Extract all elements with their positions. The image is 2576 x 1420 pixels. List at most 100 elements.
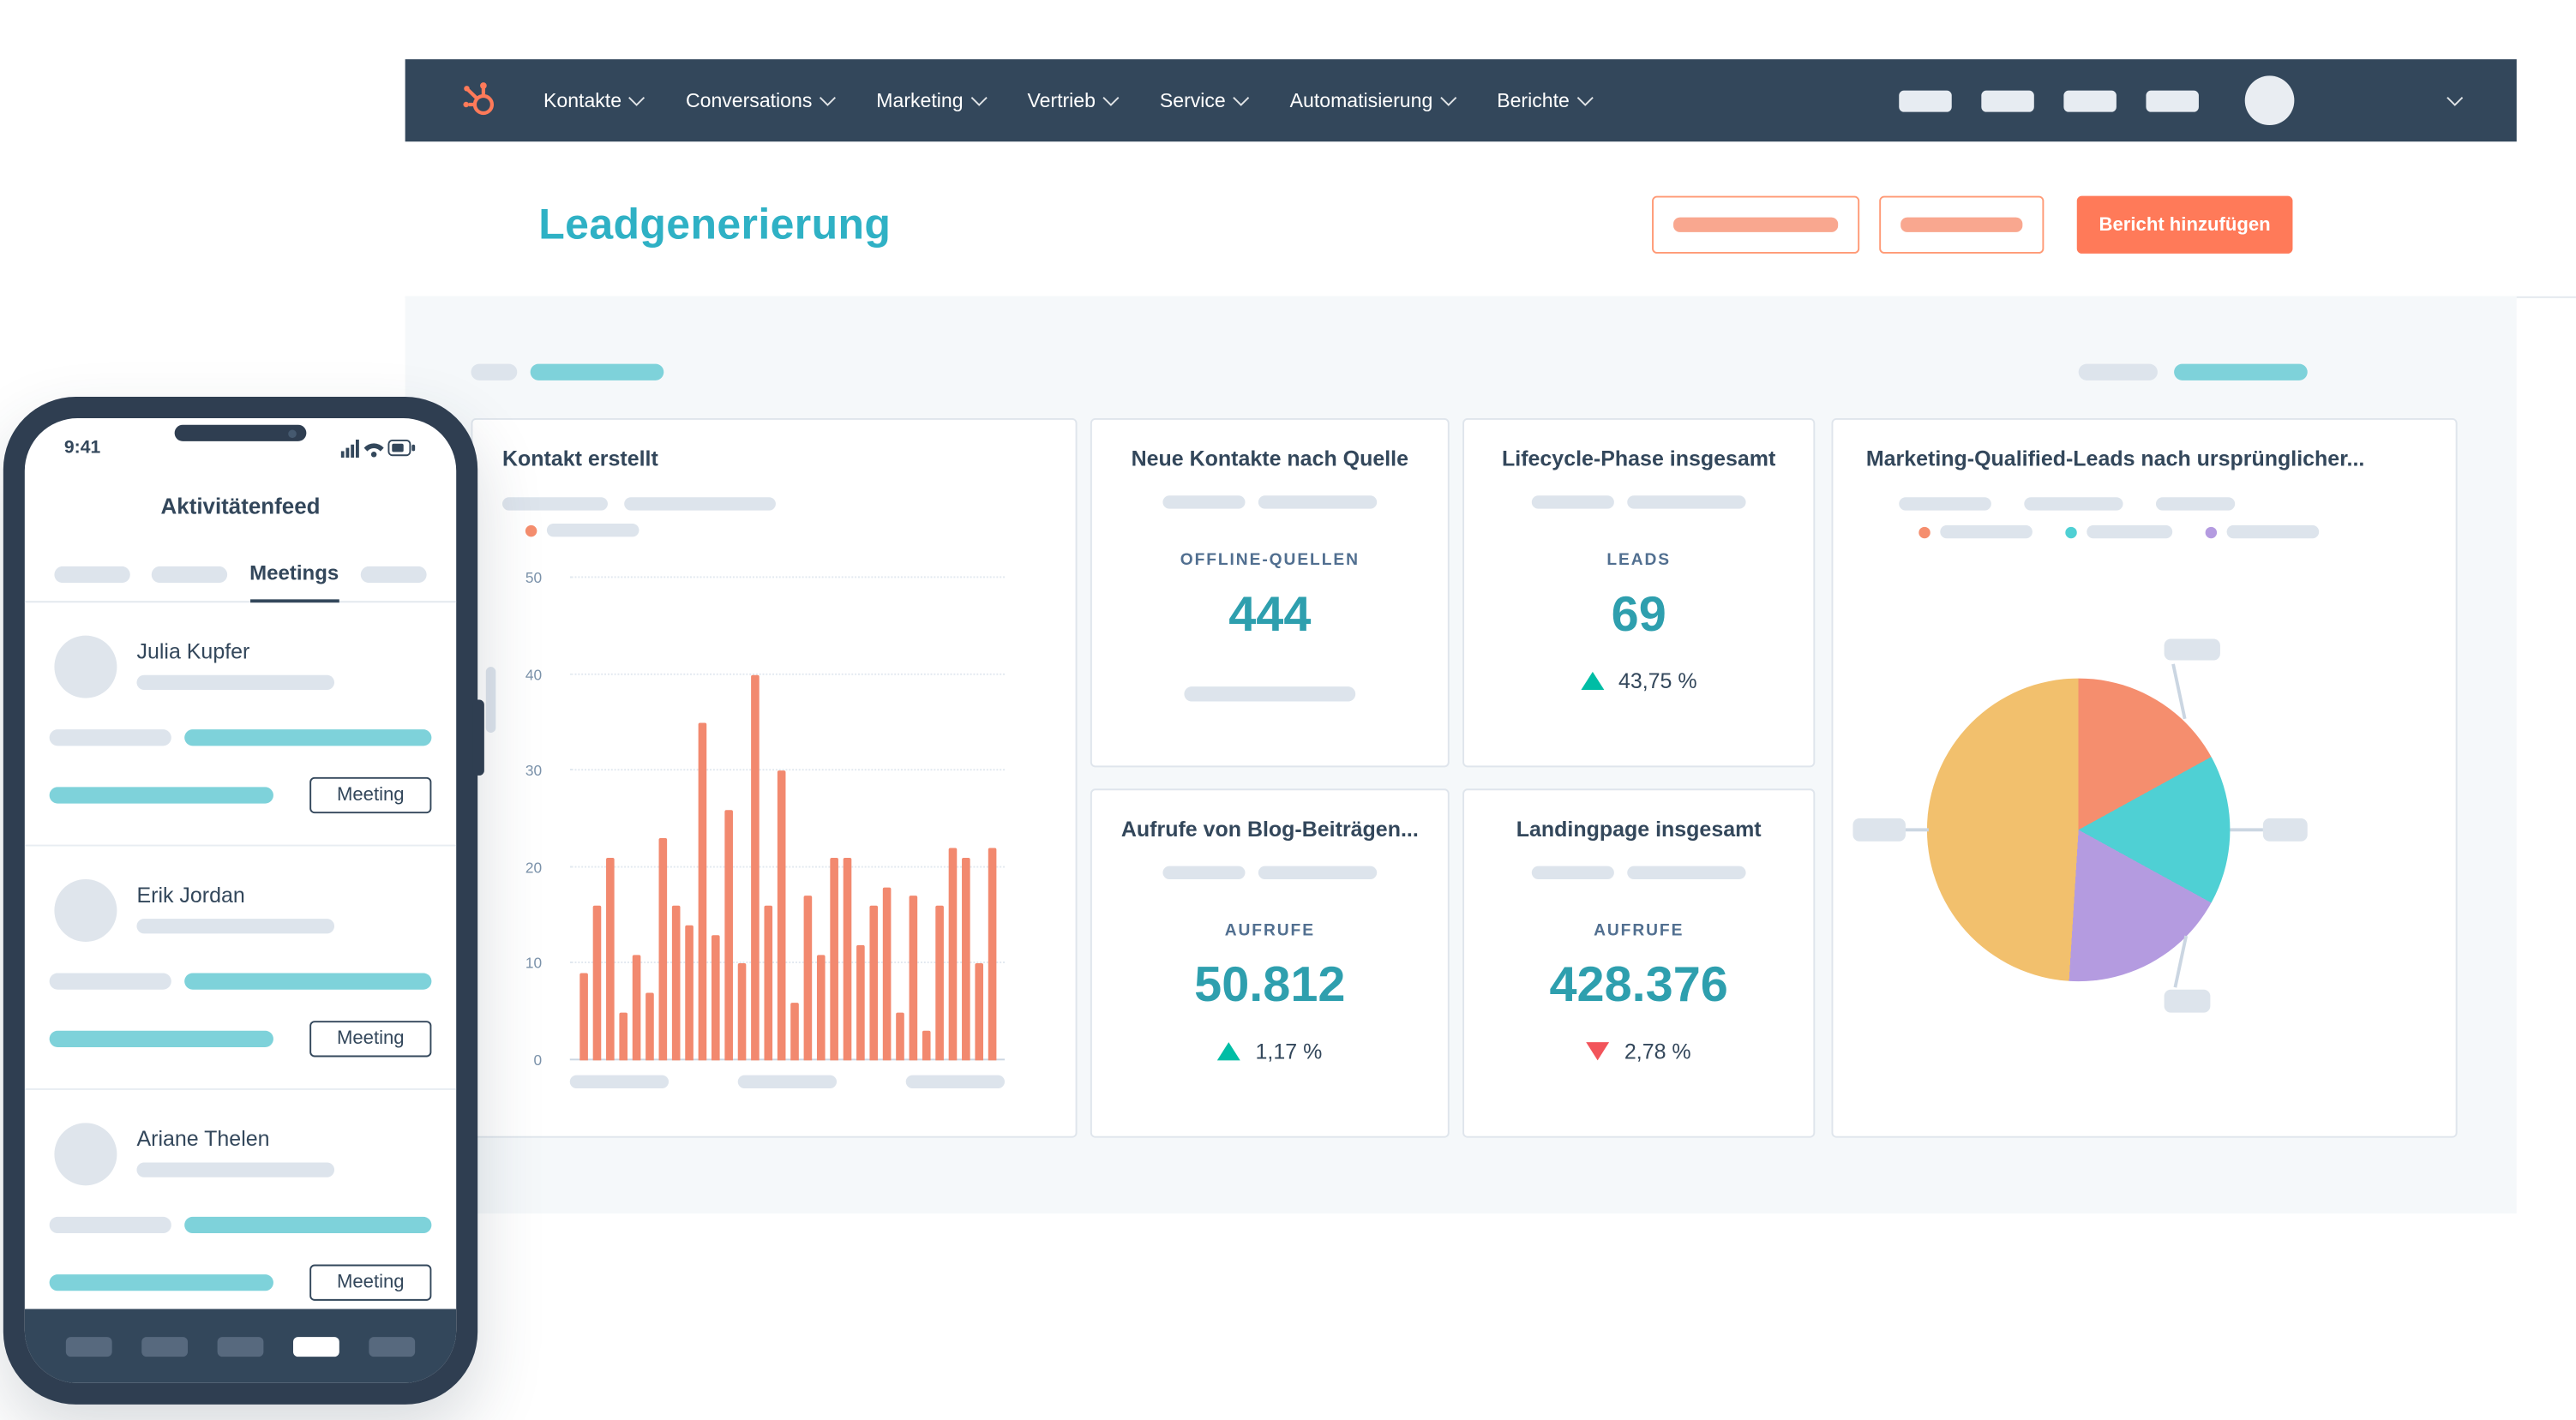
bar	[816, 954, 826, 1061]
bottom-nav-placeholder[interactable]	[369, 1336, 416, 1357]
dashboard-filter-placeholder[interactable]	[530, 363, 664, 380]
bar	[988, 848, 997, 1061]
dashboard-filter-placeholder[interactable]	[471, 363, 518, 380]
header-action-placeholder-2[interactable]	[1879, 195, 2045, 254]
nav-item-automatisierung[interactable]: Automatisierung	[1290, 89, 1457, 112]
legend-placeholder	[2087, 524, 2173, 539]
status-time: 9:41	[63, 438, 101, 458]
nav-item-kontakte[interactable]: Kontakte	[543, 89, 646, 112]
bar-chart-plot	[569, 576, 1005, 1061]
hubspot-logo[interactable]	[458, 79, 501, 122]
subtitle-placeholder	[1162, 866, 1246, 879]
dashboard-action-placeholder[interactable]	[2078, 363, 2158, 380]
legend-placeholder	[624, 497, 776, 511]
nav-tool-placeholder-3[interactable]	[2063, 89, 2117, 111]
nav-right-controls	[1899, 75, 2516, 126]
bar	[896, 1012, 904, 1061]
nav-item-vertrieb[interactable]: Vertrieb	[1027, 89, 1120, 112]
avatar	[54, 1123, 117, 1186]
phone-side-button	[472, 699, 484, 776]
camera-icon	[288, 428, 297, 438]
detail-placeholder	[49, 1274, 273, 1291]
feed-item[interactable]: Ariane Thelen Meeting	[24, 1087, 457, 1309]
header-action-placeholder-1[interactable]	[1652, 195, 1860, 254]
hubspot-sprocket-icon	[463, 82, 495, 116]
avatar	[54, 635, 117, 698]
nav-item-marketing[interactable]: Marketing	[876, 89, 988, 112]
add-report-button[interactable]: Bericht hinzufügen	[2076, 195, 2293, 254]
subtitle-placeholder	[1531, 866, 1614, 879]
nav-tool-placeholder-1[interactable]	[1899, 89, 1952, 111]
metric-label: LEADS	[1606, 551, 1672, 570]
nav-item-berichte[interactable]: Berichte	[1497, 88, 1594, 112]
battery-icon	[387, 439, 416, 457]
metric-label: AUFRUFE	[1594, 921, 1684, 941]
bar	[962, 857, 970, 1061]
feed-item[interactable]: Erik Jordan Meeting	[24, 844, 457, 1088]
detail-placeholder	[49, 973, 171, 990]
metric-value: 444	[1228, 587, 1312, 643]
bar	[790, 1002, 799, 1061]
detail-placeholder-row	[49, 973, 432, 990]
card-blog-aufrufe: Aufrufe von Blog-Beiträgen... AUFRUFE 50…	[1090, 788, 1450, 1138]
footer-placeholder	[1184, 686, 1356, 702]
chevron-down-icon	[1233, 89, 1250, 106]
account-chevron-down-icon[interactable]	[2447, 89, 2464, 106]
pie-callout-line	[1905, 828, 1929, 831]
nav-item-conversations[interactable]: Conversations	[686, 89, 837, 112]
nav-tool-placeholder-2[interactable]	[1981, 89, 2034, 111]
meeting-button[interactable]: Meeting	[309, 776, 432, 814]
legend-placeholder	[546, 523, 639, 537]
wifi-icon-dot	[370, 452, 377, 458]
tab-placeholder[interactable]	[152, 565, 228, 583]
tab-meetings[interactable]: Meetings	[249, 547, 339, 603]
contact-name: Ariane Thelen	[136, 1126, 270, 1151]
bar	[935, 906, 944, 1061]
nav-item-label: Berichte	[1497, 88, 1570, 112]
legend-placeholder-row	[1918, 524, 2320, 539]
pie-callout-placeholder	[2164, 638, 2220, 661]
subtitle-placeholder	[1627, 495, 1746, 509]
bottom-nav-placeholder[interactable]	[141, 1336, 189, 1357]
bottom-nav-placeholder[interactable]	[65, 1336, 112, 1357]
bottom-nav-placeholder[interactable]	[217, 1336, 264, 1357]
trend-up-icon	[1580, 671, 1604, 691]
legend-placeholder	[2024, 497, 2123, 511]
avatar[interactable]	[2244, 75, 2295, 126]
pie-callout-line	[2230, 828, 2263, 831]
nav-tool-placeholder-4[interactable]	[2146, 89, 2199, 111]
subtitle-placeholder	[1627, 866, 1746, 879]
bar	[737, 963, 747, 1061]
card-title: Landingpage insgesamt	[1516, 816, 1762, 842]
metric-value: 428.376	[1549, 958, 1728, 1013]
chevron-down-icon	[628, 89, 646, 106]
legend-placeholder	[2155, 497, 2236, 511]
action-row: Meeting	[49, 1021, 432, 1058]
bar	[606, 857, 615, 1061]
detail-placeholder	[49, 787, 273, 804]
y-tick-label: 50	[525, 569, 543, 586]
meeting-button[interactable]: Meeting	[309, 1264, 432, 1301]
meeting-button[interactable]: Meeting	[309, 1021, 432, 1058]
contact-name: Julia Kupfer	[136, 638, 250, 664]
detail-placeholder	[184, 1216, 432, 1234]
tab-placeholder[interactable]	[360, 565, 427, 583]
y-tick-label: 20	[525, 859, 543, 876]
legend-placeholder-row	[1899, 497, 2236, 511]
bottom-nav-placeholder-active[interactable]	[292, 1336, 339, 1357]
card-title: Lifecycle-Phase insgesamt	[1502, 446, 1776, 471]
tab-placeholder[interactable]	[54, 565, 130, 583]
bar	[803, 896, 813, 1061]
card-title: Neue Kontakte nach Quelle	[1131, 446, 1409, 471]
activity-feed: Julia Kupfer Meeting Erik Jordan Meeting…	[24, 602, 457, 1309]
feed-item[interactable]: Julia Kupfer Meeting	[25, 602, 456, 844]
bar	[869, 906, 879, 1061]
detail-placeholder	[136, 919, 335, 934]
bar	[975, 963, 984, 1061]
bar	[909, 896, 918, 1061]
dashboard-action-placeholder[interactable]	[2174, 363, 2308, 380]
bar	[685, 925, 694, 1061]
metric-label: AUFRUFE	[1224, 921, 1315, 941]
main-nav: Kontakte Conversations Marketing Vertrie…	[543, 88, 1594, 112]
nav-item-service[interactable]: Service	[1160, 89, 1250, 112]
